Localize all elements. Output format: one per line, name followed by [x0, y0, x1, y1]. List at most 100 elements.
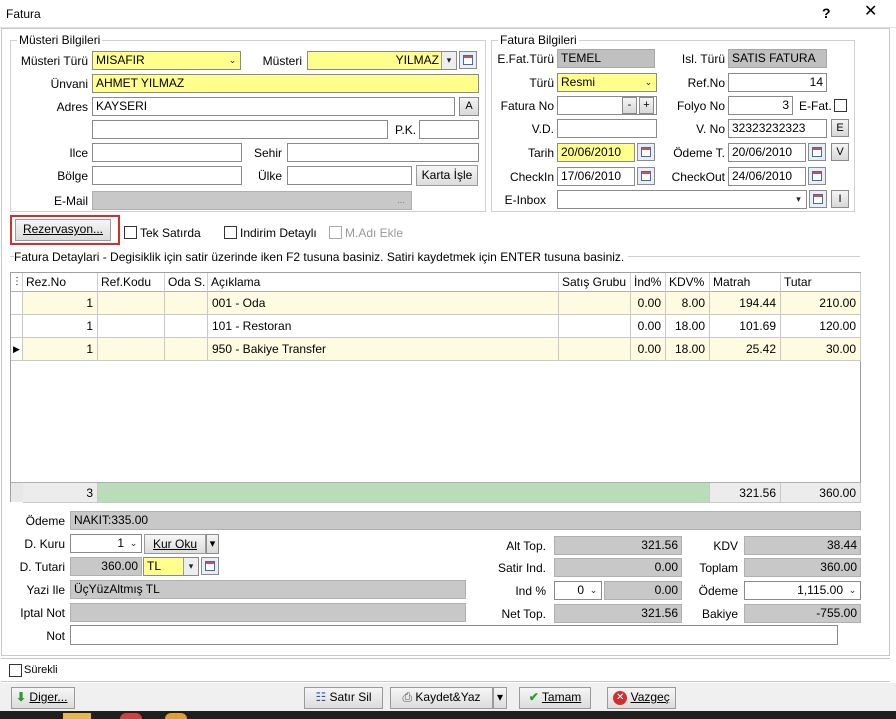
fatura-no-increment[interactable]: + [639, 97, 654, 114]
cell-oda[interactable] [165, 338, 208, 361]
calendar-icon[interactable] [637, 167, 655, 185]
help-button[interactable]: ? [822, 5, 831, 21]
unvani-field[interactable]: AHMET YILMAZ [92, 74, 479, 93]
karta-isle-button[interactable]: Karta İşle [416, 165, 478, 186]
close-button[interactable]: ✕ [864, 4, 877, 20]
email-button[interactable]: ... [391, 192, 411, 209]
d-kuru-select[interactable]: 1 ⌄ [70, 534, 142, 553]
musteri-field[interactable]: YILMAZ ▾ [307, 51, 457, 70]
cell-kdv[interactable]: 18.00 [666, 315, 710, 338]
taskbar-app2-icon[interactable] [165, 713, 187, 719]
kur-oku-dropdown[interactable]: ▾ [206, 534, 219, 554]
indirim-detayli-checkbox[interactable] [224, 226, 237, 239]
col-rez-no[interactable]: Rez.No [23, 273, 98, 292]
tamam-button[interactable]: ✔ Tamam [519, 687, 591, 709]
col-ind[interactable]: İnd% [631, 273, 666, 292]
ref-no-field[interactable]: 14 [728, 73, 827, 92]
vazgec-button[interactable]: ✕ Vazgeç [607, 687, 676, 709]
vno-field[interactable]: 32323232323 [728, 119, 827, 138]
surekli-label: Sürekli [24, 664, 58, 676]
ulke-field[interactable] [287, 166, 412, 185]
adres-field[interactable]: KAYSERI [92, 97, 455, 116]
cell-tutar[interactable]: 210.00 [781, 292, 861, 315]
cell-ref[interactable] [98, 292, 165, 315]
cell-aciklama[interactable]: 950 - Bakiye Transfer [208, 338, 559, 361]
einbox-i-button[interactable]: I [831, 190, 849, 208]
cell-rez[interactable]: 1 [23, 338, 98, 361]
taskbar-app-icon[interactable] [120, 713, 142, 719]
lookup-icon[interactable] [809, 190, 827, 208]
cell-tutar[interactable]: 30.00 [781, 338, 861, 361]
cell-ind[interactable]: 0.00 [631, 338, 666, 361]
cell-grup[interactable] [559, 315, 631, 338]
col-ref-kodu[interactable]: Ref.Kodu [98, 273, 165, 292]
col-matrah[interactable]: Matrah [710, 273, 781, 292]
cell-aciklama[interactable]: 001 - Oda [208, 292, 559, 315]
odeme2-select[interactable]: 1,115.00 ⌄ [744, 581, 861, 600]
cell-matrah[interactable]: 101.69 [710, 315, 781, 338]
cell-rez[interactable]: 1 [23, 292, 98, 315]
vno-e-button[interactable]: E [831, 119, 849, 137]
ilce-field[interactable] [92, 143, 242, 162]
odeme-t-field[interactable]: 20/06/2010 [728, 143, 806, 162]
cell-ind[interactable]: 0.00 [631, 315, 666, 338]
fatura-no-field[interactable]: - + [557, 96, 657, 115]
einbox-select[interactable]: ▾ [557, 190, 807, 209]
currency-select[interactable]: TL ▾ [143, 557, 199, 576]
col-aciklama[interactable]: Açıklama [208, 273, 559, 292]
lookup-icon[interactable] [459, 51, 477, 69]
calendar-icon[interactable] [808, 167, 826, 185]
col-kdv[interactable]: KDV% [666, 273, 710, 292]
checkout-field[interactable]: 24/06/2010 [728, 167, 806, 186]
calendar-icon[interactable] [637, 143, 655, 161]
ind-pct-label: Ind % [515, 584, 546, 598]
cell-grup[interactable] [559, 292, 631, 315]
cell-oda[interactable] [165, 315, 208, 338]
musteri-turu-select[interactable]: MISAFIR ⌄ [92, 51, 241, 70]
sehir-field[interactable] [287, 143, 479, 162]
taskbar-folder-icon[interactable] [63, 713, 91, 719]
cell-matrah[interactable]: 25.42 [710, 338, 781, 361]
cell-ind[interactable]: 0.00 [631, 292, 666, 315]
checkin-field[interactable]: 17/06/2010 [557, 167, 635, 186]
cell-kdv[interactable]: 8.00 [666, 292, 710, 315]
odeme-v-button[interactable]: V [831, 143, 849, 161]
surekli-checkbox[interactable] [9, 664, 22, 677]
tarih-field[interactable]: 20/06/2010 [557, 143, 635, 162]
cell-grup[interactable] [559, 338, 631, 361]
kur-oku-button[interactable]: Kur Oku [144, 534, 206, 554]
detail-grid[interactable]: ⋮ Rez.No Ref.Kodu Oda S. Açıklama Satış … [10, 272, 861, 503]
fatura-no-decrement[interactable]: - [622, 97, 637, 114]
cell-tutar[interactable]: 120.00 [781, 315, 861, 338]
rezervasyon-button[interactable]: Rezervasyon... [15, 219, 111, 241]
col-tutar[interactable]: Tutar [781, 273, 861, 292]
cell-aciklama[interactable]: 101 - Restoran [208, 315, 559, 338]
not-field[interactable] [70, 625, 838, 645]
folyo-no-field[interactable]: 3 [728, 96, 793, 115]
diger-button[interactable]: ⬇ Diger... [11, 687, 75, 709]
vd-field[interactable] [557, 119, 657, 138]
col-oda[interactable]: Oda S. [165, 273, 208, 292]
bolge-field[interactable] [92, 166, 242, 185]
cell-kdv[interactable]: 18.00 [666, 338, 710, 361]
col-satis-grubu[interactable]: Satış Grubu [559, 273, 631, 292]
ind-pct-select[interactable]: 0 ⌄ [554, 581, 602, 600]
efat-checkbox[interactable] [834, 99, 847, 112]
kdv-label: KDV [713, 539, 738, 553]
turu-select[interactable]: Resmi ⌄ [557, 73, 657, 92]
kaydet-yaz-dropdown[interactable]: ▾ [493, 687, 507, 709]
email-field[interactable]: ... [92, 191, 412, 210]
cell-ref[interactable] [98, 338, 165, 361]
adres-button[interactable]: A [459, 97, 479, 116]
kaydet-yaz-button[interactable]: ⎙ Kaydet&Yaz [390, 687, 493, 709]
cell-matrah[interactable]: 194.44 [710, 292, 781, 315]
satir-sil-button[interactable]: ☷ Satır Sil [304, 687, 383, 709]
lookup-icon[interactable] [201, 557, 219, 575]
calendar-icon[interactable] [808, 143, 826, 161]
cell-ref[interactable] [98, 315, 165, 338]
cell-oda[interactable] [165, 292, 208, 315]
pk-field[interactable] [419, 120, 479, 139]
tek-satirda-checkbox[interactable] [124, 226, 137, 239]
cell-rez[interactable]: 1 [23, 315, 98, 338]
adres2-field[interactable] [92, 120, 388, 139]
